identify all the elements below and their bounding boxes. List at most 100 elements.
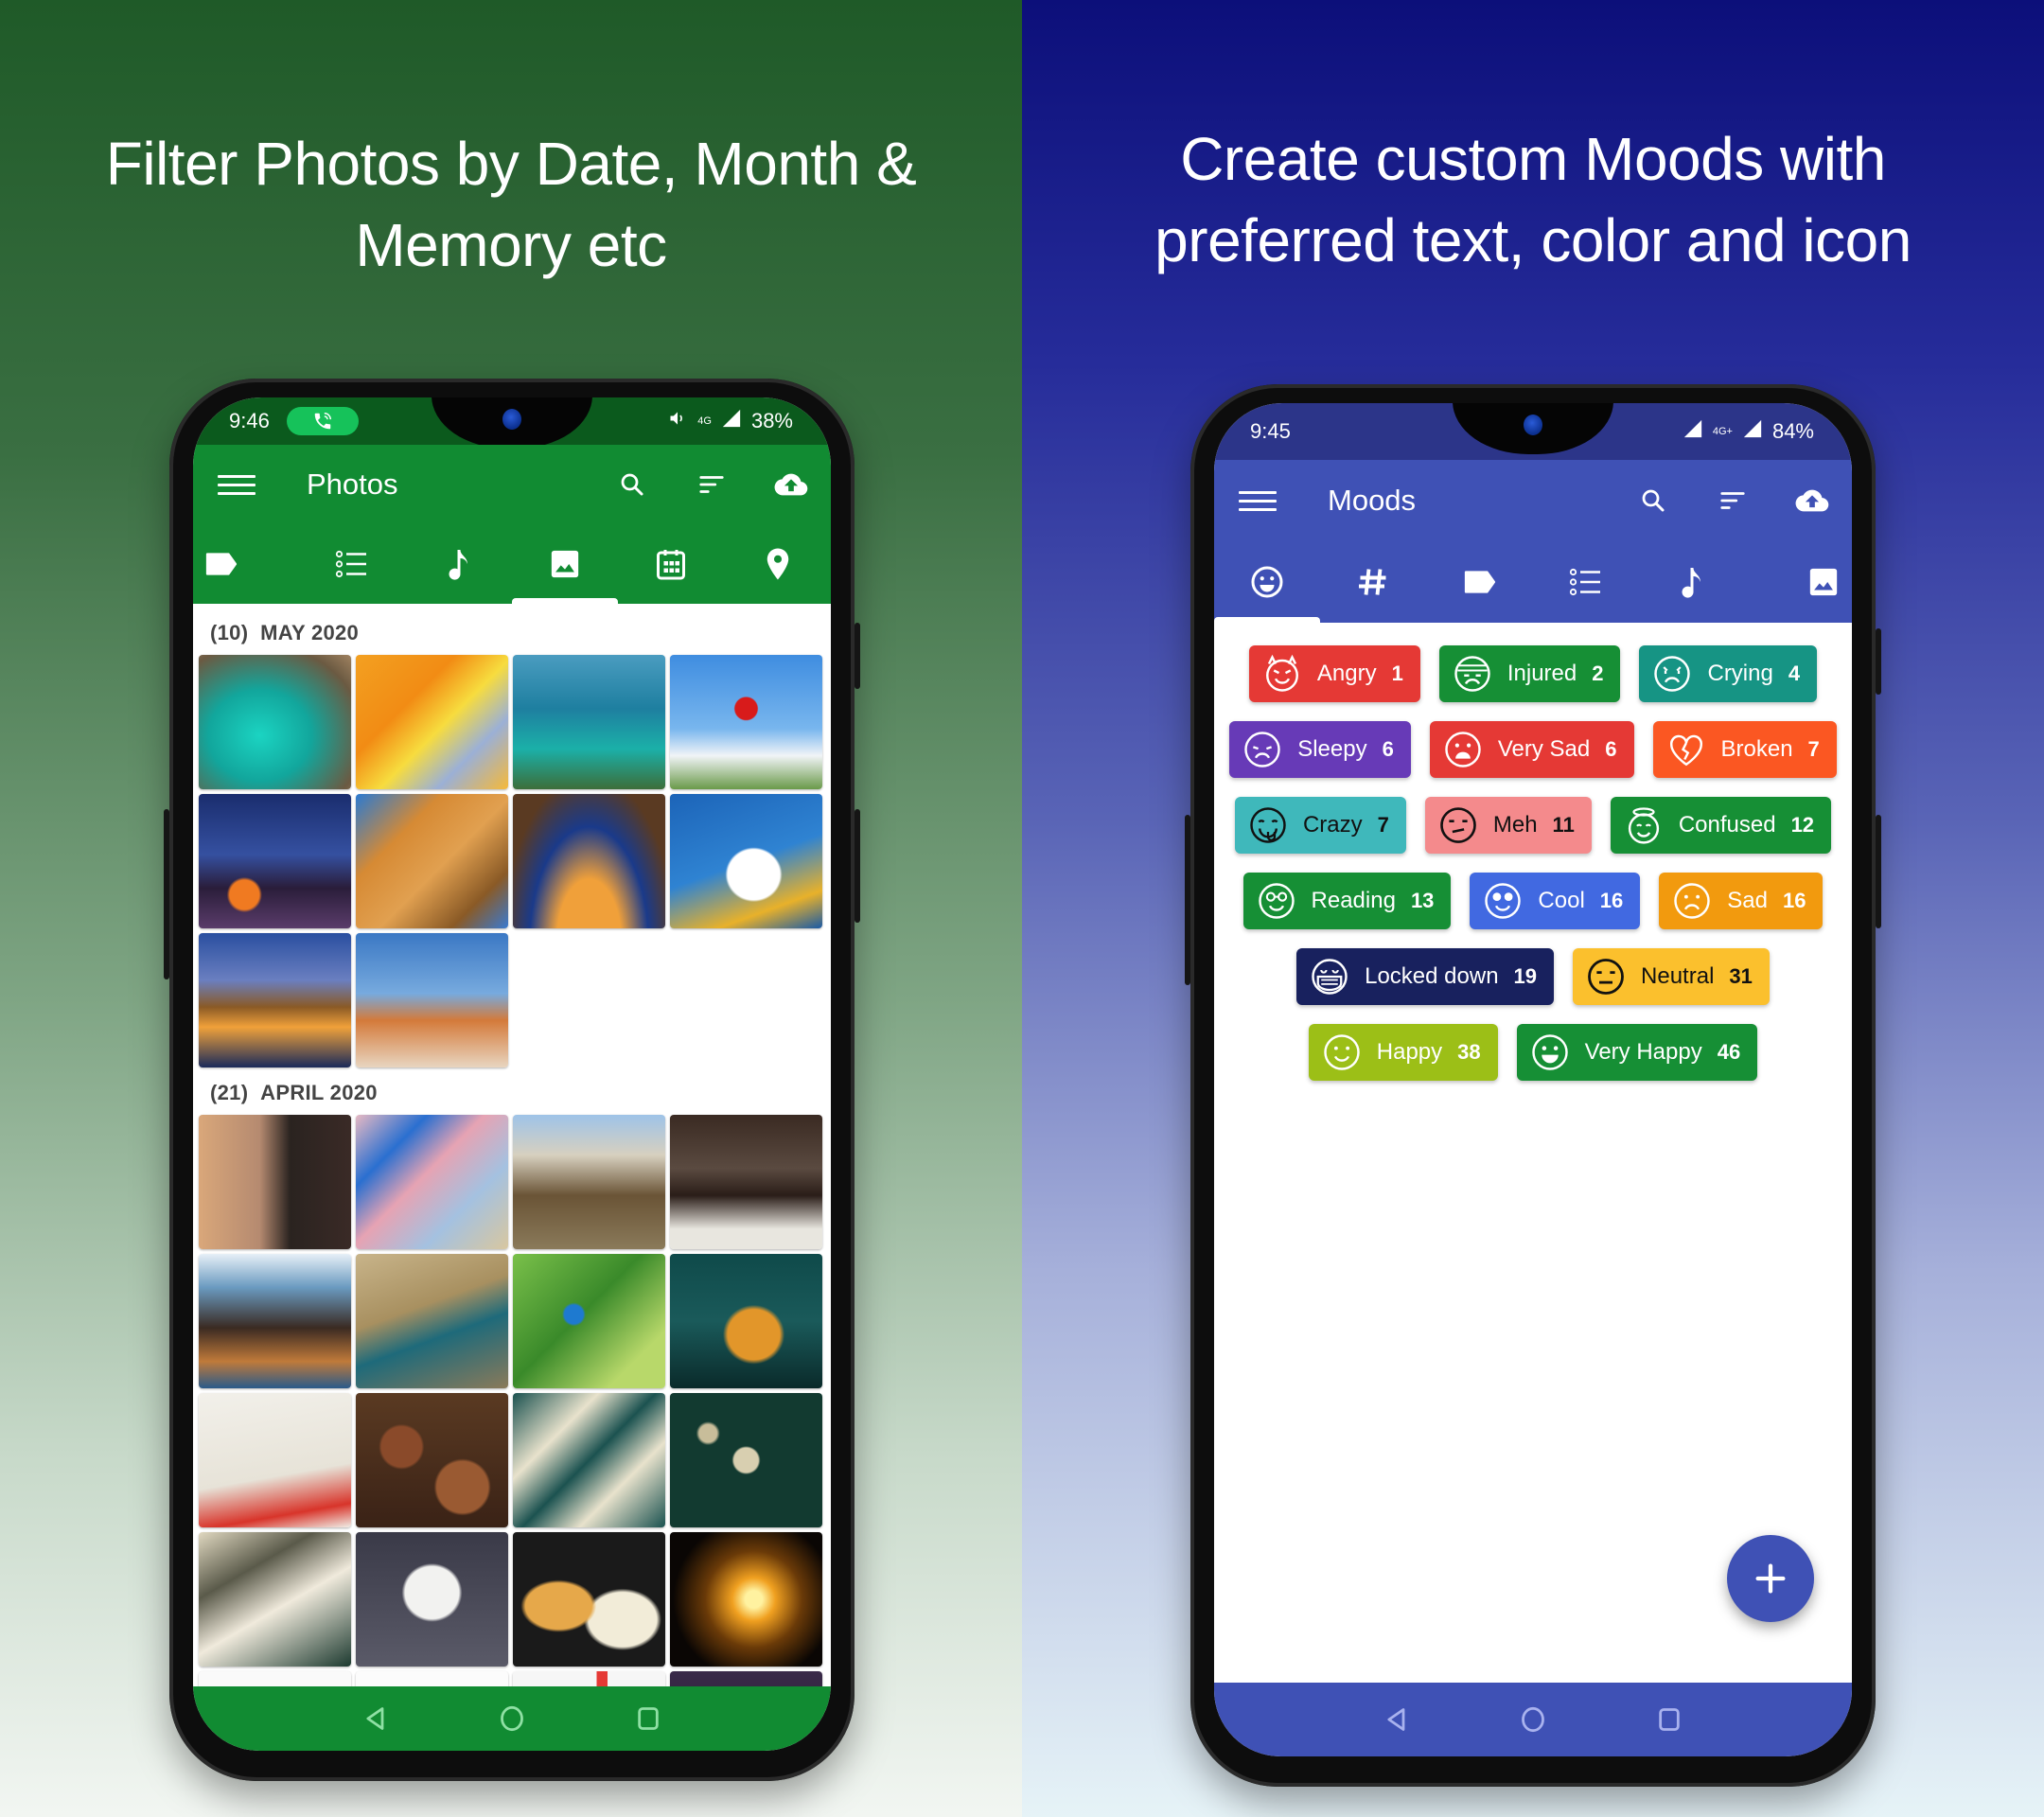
photo-thumbnail[interactable] bbox=[670, 1115, 822, 1249]
mood-chip-very-sad[interactable]: Very Sad 6 bbox=[1429, 721, 1634, 778]
recents-button[interactable] bbox=[1652, 1702, 1686, 1737]
tab-images[interactable] bbox=[1746, 541, 1852, 623]
photo-thumbnail[interactable] bbox=[199, 655, 351, 789]
photo-thumbnail[interactable] bbox=[513, 1254, 665, 1388]
photo-thumbnail[interactable] bbox=[513, 1671, 665, 1686]
tab-music[interactable] bbox=[406, 524, 512, 604]
hamburger-line bbox=[218, 483, 256, 486]
headline-line-1: Filter Photos by Date, Month & bbox=[105, 130, 917, 198]
volume-button bbox=[855, 809, 860, 923]
photo-thumbnail[interactable] bbox=[670, 1671, 822, 1686]
photo-thumbnail[interactable] bbox=[513, 1532, 665, 1667]
headline-line-1: Create custom Moods with bbox=[1180, 125, 1886, 193]
back-button[interactable] bbox=[359, 1702, 393, 1736]
calendar-icon bbox=[657, 550, 686, 580]
tab-moods[interactable] bbox=[1214, 541, 1321, 623]
add-mood-button[interactable] bbox=[1727, 1535, 1814, 1622]
photo-thumbnail[interactable] bbox=[513, 1393, 665, 1527]
side-button bbox=[164, 809, 169, 979]
photo-thumbnail[interactable] bbox=[356, 933, 508, 1067]
photo-thumbnail[interactable] bbox=[356, 1393, 508, 1527]
mood-chip-sleepy[interactable]: Sleepy 6 bbox=[1229, 721, 1411, 778]
photos-list[interactable]: (10) MAY 2020 (21) APRIL 2020 bbox=[193, 604, 831, 1686]
photo-thumbnail[interactable] bbox=[356, 1532, 508, 1667]
sort-button[interactable] bbox=[1714, 482, 1752, 520]
photo-thumbnail[interactable] bbox=[199, 794, 351, 928]
home-circle-icon bbox=[1522, 1706, 1544, 1733]
home-button[interactable] bbox=[1516, 1702, 1550, 1737]
cloud-upload-icon bbox=[1795, 489, 1829, 512]
mood-chip-meh[interactable]: Meh 11 bbox=[1424, 797, 1592, 854]
mood-chip-crazy[interactable]: Crazy 7 bbox=[1234, 797, 1406, 854]
photo-thumbnail[interactable] bbox=[199, 1393, 351, 1527]
photo-thumbnail[interactable] bbox=[356, 1254, 508, 1388]
mood-label: Confused bbox=[1678, 812, 1776, 838]
mood-label: Happy bbox=[1376, 1039, 1443, 1065]
sort-button[interactable] bbox=[693, 466, 731, 503]
photo-thumbnail[interactable] bbox=[199, 1115, 351, 1249]
photo-thumbnail[interactable] bbox=[670, 794, 822, 928]
tab-images[interactable] bbox=[511, 524, 619, 604]
mood-row: Reading 13 Cool 16 Sad 16 bbox=[1214, 873, 1852, 929]
music-note-icon bbox=[1682, 568, 1701, 598]
mood-chip-broken[interactable]: Broken 7 bbox=[1652, 721, 1837, 778]
menu-button[interactable] bbox=[218, 474, 256, 495]
tab-lists[interactable] bbox=[299, 524, 405, 604]
photo-thumbnail[interactable] bbox=[356, 794, 508, 928]
search-button[interactable] bbox=[613, 466, 651, 503]
phone-call-icon[interactable] bbox=[286, 407, 359, 435]
mood-count: 4 bbox=[1788, 662, 1801, 685]
moods-promo-panel: Create custom Moods with preferred text,… bbox=[1022, 0, 2044, 1817]
status-time: 9:45 bbox=[1250, 419, 1291, 443]
tab-hashtags[interactable] bbox=[1320, 541, 1426, 623]
cloud-upload-button[interactable] bbox=[772, 466, 810, 503]
mood-chip-very-happy[interactable]: Very Happy 46 bbox=[1516, 1024, 1758, 1081]
mood-chip-crying[interactable]: Crying 4 bbox=[1639, 645, 1818, 702]
photo-thumbnail[interactable] bbox=[513, 655, 665, 789]
mood-chip-reading[interactable]: Reading 13 bbox=[1242, 873, 1452, 929]
mood-chip-sad[interactable]: Sad 16 bbox=[1659, 873, 1824, 929]
photo-thumbnail[interactable] bbox=[670, 655, 822, 789]
tab-calendar[interactable] bbox=[618, 524, 724, 604]
sort-icon bbox=[699, 476, 724, 493]
sleepy-face-icon bbox=[1244, 732, 1280, 767]
display-notch bbox=[1453, 403, 1613, 454]
photo-thumbnail[interactable] bbox=[356, 655, 508, 789]
mood-chip-angry[interactable]: Angry 1 bbox=[1248, 645, 1420, 702]
mood-chip-locked-down[interactable]: Locked down 19 bbox=[1296, 948, 1555, 1005]
photo-thumbnail[interactable] bbox=[199, 933, 351, 1067]
mood-label: Very Sad bbox=[1497, 736, 1591, 762]
tab-music[interactable] bbox=[1639, 541, 1745, 623]
back-button[interactable] bbox=[1380, 1702, 1414, 1737]
photo-thumbnail[interactable] bbox=[199, 1671, 351, 1686]
photo-thumbnail[interactable] bbox=[513, 1115, 665, 1249]
mood-row: Happy 38 Very Happy 46 bbox=[1214, 1024, 1852, 1081]
photo-thumbnail[interactable] bbox=[199, 1254, 351, 1388]
photo-thumbnail[interactable] bbox=[356, 1671, 508, 1686]
mood-chip-injured[interactable]: Injured 2 bbox=[1438, 645, 1621, 702]
mood-chip-confused[interactable]: Confused 12 bbox=[1610, 797, 1832, 854]
cloud-upload-button[interactable] bbox=[1793, 482, 1831, 520]
mood-label: Cool bbox=[1538, 888, 1585, 913]
tab-lists[interactable] bbox=[1533, 541, 1639, 623]
signal-icon bbox=[1742, 418, 1763, 445]
mood-chip-neutral[interactable]: Neutral 31 bbox=[1573, 948, 1770, 1005]
search-button[interactable] bbox=[1634, 482, 1672, 520]
tab-labels[interactable] bbox=[193, 524, 299, 604]
menu-button[interactable] bbox=[1239, 490, 1277, 511]
home-button[interactable] bbox=[495, 1702, 529, 1736]
image-icon bbox=[551, 550, 579, 578]
photo-thumbnail[interactable] bbox=[670, 1254, 822, 1388]
photo-thumbnail[interactable] bbox=[356, 1115, 508, 1249]
photo-thumbnail[interactable] bbox=[670, 1393, 822, 1527]
recents-square-icon bbox=[1659, 1708, 1680, 1731]
mood-chip-cool[interactable]: Cool 16 bbox=[1470, 873, 1641, 929]
tab-location[interactable] bbox=[725, 524, 831, 604]
photo-thumbnail[interactable] bbox=[199, 1532, 351, 1667]
recents-button[interactable] bbox=[631, 1702, 665, 1736]
photo-thumbnail[interactable] bbox=[670, 1532, 822, 1667]
mood-count: 16 bbox=[1782, 889, 1806, 912]
photo-thumbnail[interactable] bbox=[513, 794, 665, 928]
mood-chip-happy[interactable]: Happy 38 bbox=[1308, 1024, 1498, 1081]
tab-labels[interactable] bbox=[1427, 541, 1533, 623]
